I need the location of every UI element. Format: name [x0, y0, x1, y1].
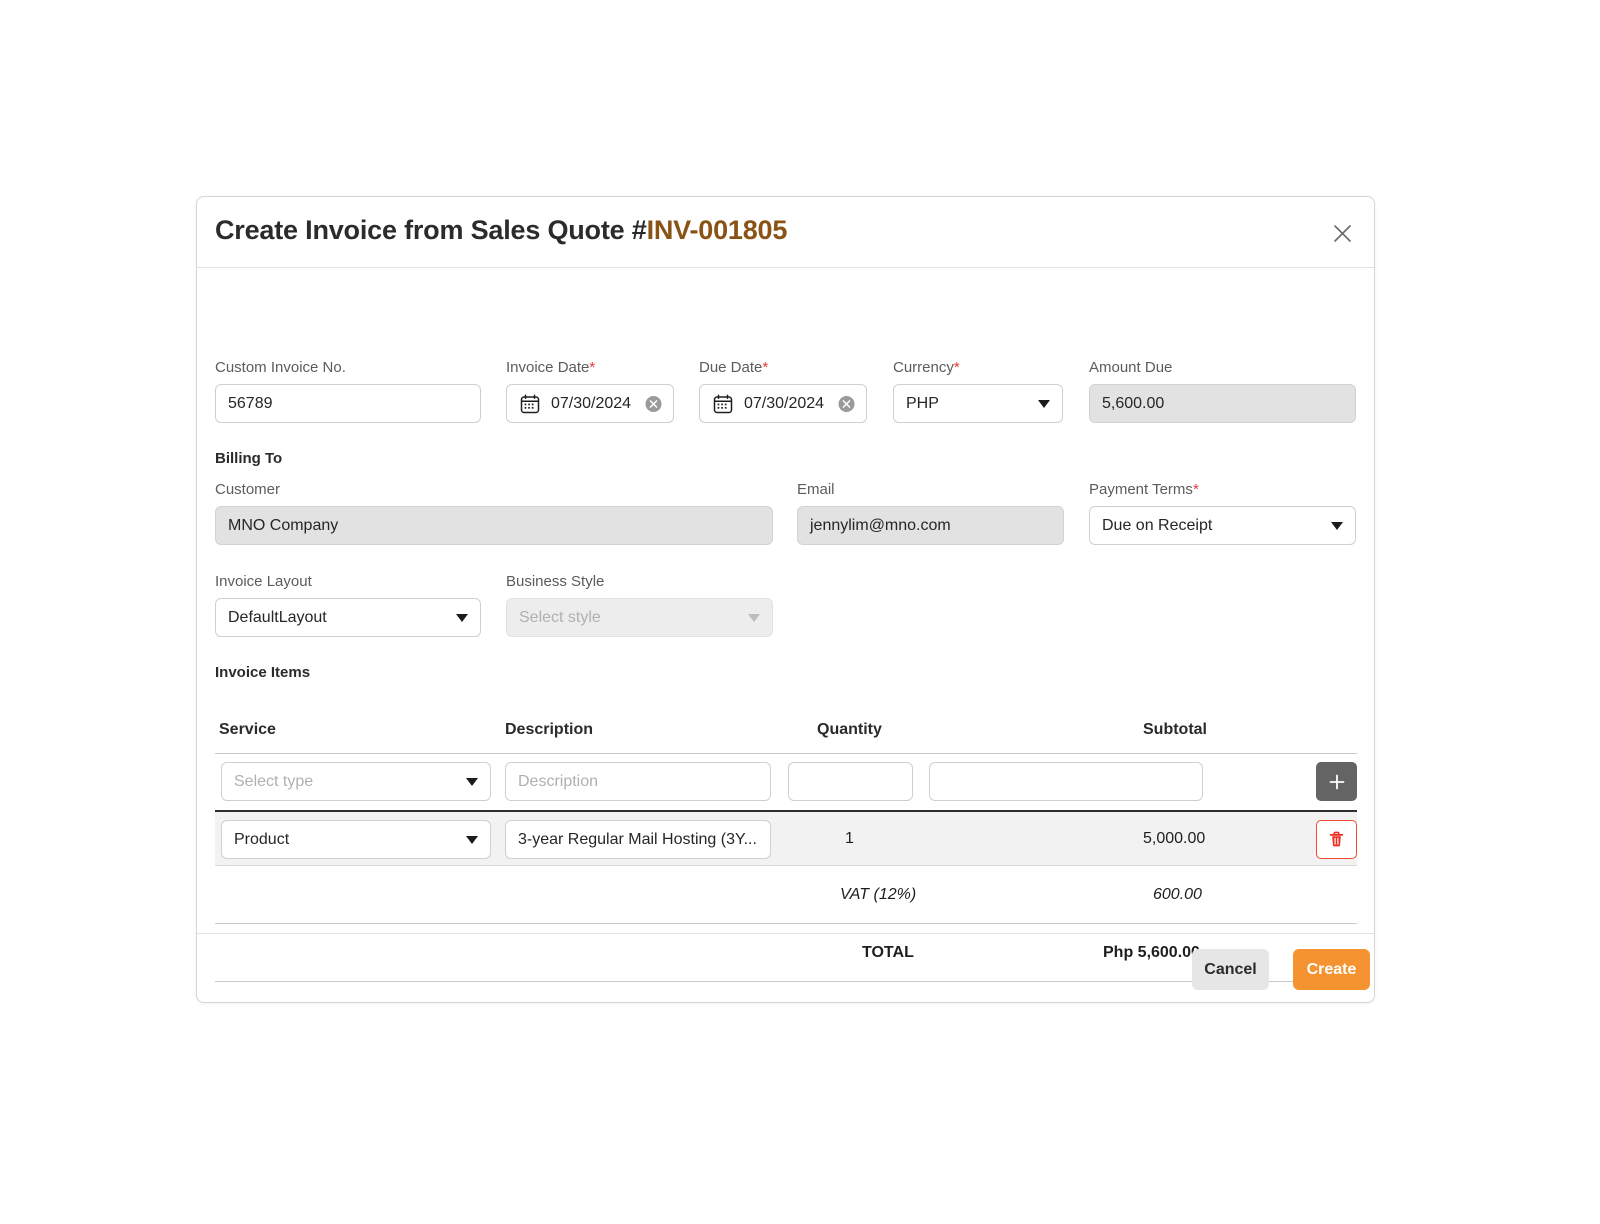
column-header-description: Description	[505, 721, 594, 738]
customer-input: MNO Company	[215, 506, 773, 545]
column-header-subtotal: Subtotal	[1143, 721, 1207, 738]
email-label: Email	[797, 481, 835, 498]
column-header-service: Service	[219, 721, 276, 738]
modal-header: Create Invoice from Sales Quote #INV-001…	[197, 197, 1374, 268]
new-item-subtotal-input[interactable]	[929, 762, 1203, 801]
custom-invoice-no-input[interactable]: 56789	[215, 384, 481, 423]
field-placeholder: Select type	[234, 772, 314, 790]
chevron-down-icon	[1331, 521, 1343, 530]
field-value: jennylim@mno.com	[810, 516, 951, 534]
vat-label: VAT (12%)	[840, 885, 917, 903]
create-invoice-modal: Create Invoice from Sales Quote #INV-001…	[196, 196, 1375, 1003]
payment-terms-select[interactable]: Due on Receipt	[1089, 506, 1356, 545]
field-value: MNO Company	[228, 516, 339, 534]
business-style-label: Business Style	[506, 573, 604, 590]
amount-due-input: 5,600.00	[1089, 384, 1356, 423]
item-quantity-value: 1	[845, 829, 854, 847]
billing-to-section-label: Billing To	[215, 450, 282, 467]
calendar-icon	[519, 393, 541, 415]
label-text: Payment Terms	[1089, 481, 1193, 498]
plus-icon	[1327, 772, 1347, 792]
label-text: Currency	[893, 359, 954, 376]
label-text: Custom Invoice No.	[215, 359, 346, 376]
field-placeholder: Select style	[519, 608, 601, 626]
required-marker: *	[762, 359, 769, 376]
required-marker: *	[1192, 481, 1199, 498]
close-icon[interactable]	[1326, 217, 1358, 249]
payment-terms-label: Payment Terms*	[1089, 481, 1199, 498]
amount-due-label: Amount Due	[1089, 359, 1172, 376]
field-value: PHP	[906, 394, 939, 412]
new-item-service-select[interactable]: Select type	[221, 762, 491, 801]
chevron-down-icon	[466, 835, 478, 844]
invoice-date-label: Invoice Date*	[506, 359, 595, 376]
field-value: 3-year Regular Mail Hosting (3Y...	[518, 830, 757, 848]
required-marker: *	[589, 359, 596, 376]
invoice-number: INV-001805	[646, 215, 788, 245]
field-value: 07/30/2024	[744, 394, 825, 412]
due-date-label: Due Date*	[699, 359, 768, 376]
clear-circle-icon[interactable]	[645, 395, 662, 412]
column-header-quantity: Quantity	[817, 721, 882, 738]
invoice-items-section-label: Invoice Items	[215, 664, 310, 681]
vat-row: VAT (12%) 600.00	[215, 866, 1357, 924]
invoice-layout-label: Invoice Layout	[215, 573, 312, 590]
currency-label: Currency*	[893, 359, 960, 376]
email-input: jennylim@mno.com	[797, 506, 1064, 545]
business-style-select: Select style	[506, 598, 773, 637]
field-value: Due on Receipt	[1102, 516, 1213, 534]
add-item-button[interactable]	[1316, 762, 1357, 801]
chevron-down-icon	[466, 777, 478, 786]
new-item-row: Select type Description	[215, 754, 1357, 810]
page-title: Create Invoice from Sales Quote #INV-001…	[215, 215, 787, 246]
customer-label: Customer	[215, 481, 280, 498]
modal-title-prefix: Create Invoice from Sales Quote #	[215, 215, 647, 245]
label-text: Business Style	[506, 573, 605, 590]
field-value: DefaultLayout	[228, 608, 327, 626]
create-button[interactable]: Create	[1293, 949, 1370, 990]
table-row: Product 3-year Regular Mail Hosting (3Y.…	[215, 810, 1357, 866]
label-text: Due Date	[699, 359, 763, 376]
delete-item-button[interactable]	[1316, 820, 1357, 859]
item-service-select[interactable]: Product	[221, 820, 491, 859]
label-text: Email	[797, 481, 835, 498]
page-root: Create Invoice from Sales Quote #INV-001…	[0, 0, 1600, 1224]
label-text: Invoice Layout	[215, 573, 312, 590]
vat-amount: 600.00	[1153, 885, 1202, 903]
trash-icon	[1327, 830, 1346, 849]
cancel-button[interactable]: Cancel	[1192, 949, 1269, 990]
field-placeholder: Description	[518, 772, 599, 790]
custom-invoice-no-label: Custom Invoice No.	[215, 359, 346, 376]
label-text: Billing To	[215, 450, 283, 467]
new-item-quantity-input[interactable]	[788, 762, 913, 801]
invoice-date-input[interactable]: 07/30/2024	[506, 384, 674, 423]
currency-select[interactable]: PHP	[893, 384, 1063, 423]
calendar-icon	[712, 393, 734, 415]
item-description-input[interactable]: 3-year Regular Mail Hosting (3Y...	[505, 820, 771, 859]
field-value: 5,600.00	[1102, 394, 1165, 412]
due-date-input[interactable]: 07/30/2024	[699, 384, 867, 423]
label-text: Invoice Date	[506, 359, 590, 376]
field-value: Product	[234, 830, 290, 848]
item-subtotal-value: 5,000.00	[1143, 829, 1206, 847]
chevron-down-icon	[748, 613, 760, 622]
required-marker: *	[953, 359, 960, 376]
label-text: Invoice Items	[215, 664, 311, 681]
label-text: Customer	[215, 481, 281, 498]
chevron-down-icon	[456, 613, 468, 622]
field-value: 56789	[228, 394, 273, 412]
label-text: Amount Due	[1089, 359, 1173, 376]
clear-circle-icon[interactable]	[838, 395, 855, 412]
invoice-layout-select[interactable]: DefaultLayout	[215, 598, 481, 637]
modal-footer: Cancel Create	[197, 933, 1374, 1002]
new-item-description-input[interactable]: Description	[505, 762, 771, 801]
modal-body: Custom Invoice No. Invoice Date* Due Dat…	[197, 268, 1374, 982]
field-value: 07/30/2024	[551, 394, 632, 412]
chevron-down-icon	[1038, 399, 1050, 408]
